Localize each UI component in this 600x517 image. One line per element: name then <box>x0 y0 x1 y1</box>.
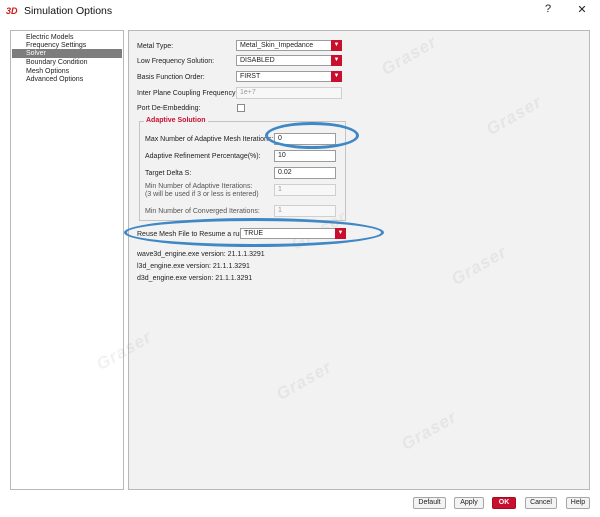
solver-panel: Graser Graser Graser Graser Graser Grase… <box>93 30 590 490</box>
default-button[interactable]: Default <box>413 497 446 509</box>
highlight-ellipse <box>124 218 384 247</box>
watermark-text: Graser <box>483 92 546 140</box>
port-deembedding-label: Port De-Embedding: <box>137 105 201 112</box>
watermark-text: Graser <box>448 242 511 290</box>
tree-item-advanced-options[interactable]: Advanced Options <box>26 75 83 84</box>
options-tree: Electric Models Frequency Settings Solve… <box>10 30 124 490</box>
watermark-text: Graser <box>378 32 441 80</box>
max-iterations-label: Max Number of Adaptive Mesh Iterations: <box>145 136 274 143</box>
title-bar: 3D Simulation Options ? ✕ <box>0 0 600 22</box>
inter-plane-label: Inter Plane Coupling Frequency: <box>137 90 238 97</box>
window-title: Simulation Options <box>24 5 113 17</box>
help-title-button[interactable]: ? <box>541 3 555 15</box>
min-converged-label: Min Number of Converged Iterations: <box>145 208 260 215</box>
watermark-text: Graser <box>273 357 336 405</box>
refinement-label: Adaptive Refinement Percentage(%): <box>145 153 261 160</box>
version-text: d3d_engine.exe version: 21.1.1.3291 <box>137 275 253 282</box>
app-logo-icon: 3D <box>6 6 18 16</box>
tree-item-boundary-condition[interactable]: Boundary Condition <box>26 58 88 67</box>
target-delta-label: Target Delta S: <box>145 170 192 177</box>
metal-type-value: Metal_Skin_Impedance <box>240 42 314 49</box>
close-icon[interactable]: ✕ <box>575 3 589 16</box>
basis-order-select[interactable]: FIRST ▼ <box>236 71 342 82</box>
min-iterations-field[interactable]: 1 <box>274 184 336 196</box>
tree-item-solver[interactable]: Solver <box>12 49 122 58</box>
adaptive-solution-title: Adaptive Solution <box>144 116 208 125</box>
highlight-ellipse <box>265 122 359 149</box>
chevron-down-icon: ▼ <box>331 40 342 51</box>
low-frequency-label: Low Frequency Solution: <box>137 58 215 65</box>
watermark-text: Graser <box>398 407 461 455</box>
metal-type-label: Metal Type: <box>137 43 174 50</box>
min-iterations-note: (3 will be used if 3 or less is entered) <box>145 191 259 198</box>
metal-type-select[interactable]: Metal_Skin_Impedance ▼ <box>236 40 342 51</box>
inter-plane-field[interactable]: 1e+7 <box>236 87 342 99</box>
target-delta-field[interactable]: 0.02 <box>274 167 336 179</box>
chevron-down-icon: ▼ <box>331 55 342 66</box>
port-deembedding-checkbox[interactable] <box>237 104 245 112</box>
low-frequency-select[interactable]: DISABLED ▼ <box>236 55 342 66</box>
ok-button[interactable]: OK <box>492 497 516 509</box>
version-text: wave3d_engine.exe version: 21.1.1.3291 <box>137 251 265 258</box>
version-text: l3d_engine.exe version: 21.1.1.3291 <box>137 263 250 270</box>
min-converged-field[interactable]: 1 <box>274 205 336 217</box>
basis-order-label: Basis Function Order: <box>137 74 205 81</box>
basis-order-value: FIRST <box>240 73 261 80</box>
help-button[interactable]: Help <box>566 497 590 509</box>
apply-button[interactable]: Apply <box>454 497 484 509</box>
chevron-down-icon: ▼ <box>331 71 342 82</box>
refinement-field[interactable]: 10 <box>274 150 336 162</box>
low-frequency-value: DISABLED <box>240 57 275 64</box>
cancel-button[interactable]: Cancel <box>525 497 557 509</box>
